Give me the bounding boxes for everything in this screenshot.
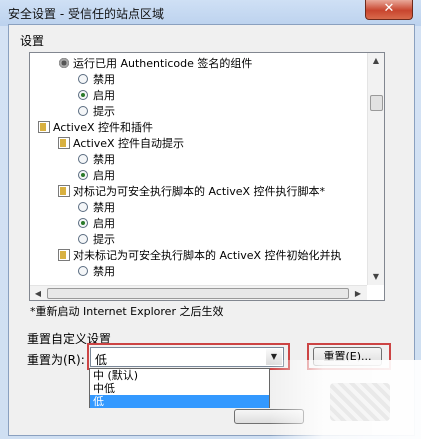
radio-checked[interactable] [78, 218, 88, 228]
row-label: 对未标记为可安全执行脚本的 ActiveX 控件初始化并执 [73, 249, 342, 262]
radio-option[interactable]: 禁用 [78, 72, 115, 88]
settings-rows: 运行已用 Authenticode 签名的组件 禁用 启用 提示 ActiveX 控件和… [30, 53, 366, 285]
document-icon [58, 249, 70, 261]
row-label: ActiveX 控件和插件 [53, 121, 154, 134]
row-label: 运行已用 Authenticode 签名的组件 [73, 57, 253, 70]
radio-option[interactable]: 禁用 [78, 200, 115, 216]
radio-option[interactable]: 启用 [78, 216, 115, 232]
row-label: 禁用 [93, 201, 115, 214]
row-label: ActiveX 控件自动提示 [73, 137, 185, 150]
restart-note: *重新启动 Internet Explorer 之后生效 [30, 305, 224, 318]
radio-checked[interactable] [78, 90, 88, 100]
row-label: 对标记为可安全执行脚本的 ActiveX 控件执行脚本* [73, 185, 326, 198]
scroll-right-icon[interactable]: ▶ [350, 286, 366, 300]
radio-checked[interactable] [78, 170, 88, 180]
row-label: 禁用 [93, 153, 115, 166]
scroll-left-icon[interactable]: ◀ [30, 286, 46, 300]
radio-option[interactable]: 禁用 [78, 152, 115, 168]
settings-category: ActiveX 控件和插件 [38, 120, 153, 136]
reset-to-label: 重置为(R): [27, 353, 85, 367]
watermark-logo [330, 383, 390, 421]
radio-option[interactable]: 启用 [78, 88, 115, 104]
radio-unchecked[interactable] [78, 74, 88, 84]
settings-group-label: 设置 [20, 34, 45, 48]
radio-option[interactable]: 提示 [78, 104, 115, 120]
dropdown-option[interactable]: 中 (默认) [90, 369, 269, 382]
vertical-scrollbar[interactable]: ▲ ▼ [367, 53, 384, 285]
radio-unchecked[interactable] [78, 234, 88, 244]
radio-unchecked[interactable] [78, 266, 88, 276]
title-bar[interactable]: 安全设置 - 受信任的站点区域 ✕ [0, 0, 421, 24]
row-label: 启用 [93, 217, 115, 230]
radio-unchecked[interactable] [78, 154, 88, 164]
horizontal-scrollbar[interactable]: ◀ ▶ [30, 285, 367, 300]
row-label: 禁用 [93, 73, 115, 86]
row-label: 启用 [93, 89, 115, 102]
dropdown-option[interactable]: 低 [90, 395, 269, 408]
document-icon [38, 121, 50, 133]
settings-item: 对标记为可安全执行脚本的 ActiveX 控件执行脚本* [58, 184, 325, 200]
horizontal-scroll-thumb[interactable] [47, 288, 349, 299]
document-icon [58, 137, 70, 149]
radio-option[interactable]: 禁用 [78, 264, 115, 280]
security-settings-window: 安全设置 - 受信任的站点区域 ✕ 设置 运行已用 Authenticode 签… [0, 0, 421, 439]
settings-item: 对未标记为可安全执行脚本的 ActiveX 控件初始化并执 [58, 248, 342, 264]
row-label: 提示 [93, 233, 115, 246]
settings-tree[interactable]: 运行已用 Authenticode 签名的组件 禁用 启用 提示 ActiveX 控件和… [29, 52, 385, 301]
document-icon [58, 185, 70, 197]
scroll-down-icon[interactable]: ▼ [368, 269, 384, 285]
reset-level-dropdown-list[interactable]: 中 (默认) 中低低 [89, 368, 270, 408]
highlight-box-select [87, 343, 290, 370]
settings-item: 运行已用 Authenticode 签名的组件 [58, 56, 252, 72]
radio-option[interactable]: 提示 [78, 232, 115, 248]
vertical-scroll-thumb[interactable] [370, 95, 383, 111]
gear-icon [58, 57, 70, 69]
scroll-up-icon[interactable]: ▲ [368, 53, 384, 69]
row-label: 禁用 [93, 265, 115, 278]
radio-unchecked[interactable] [78, 106, 88, 116]
dropdown-option[interactable]: 中低 [90, 382, 269, 395]
radio-unchecked[interactable] [78, 202, 88, 212]
row-label: 提示 [93, 105, 115, 118]
close-button[interactable]: ✕ [365, 0, 413, 20]
window-title: 安全设置 - 受信任的站点区域 [8, 7, 164, 21]
radio-option[interactable]: 启用 [78, 168, 115, 184]
row-label: 启用 [93, 169, 115, 182]
settings-item: ActiveX 控件自动提示 [58, 136, 184, 152]
